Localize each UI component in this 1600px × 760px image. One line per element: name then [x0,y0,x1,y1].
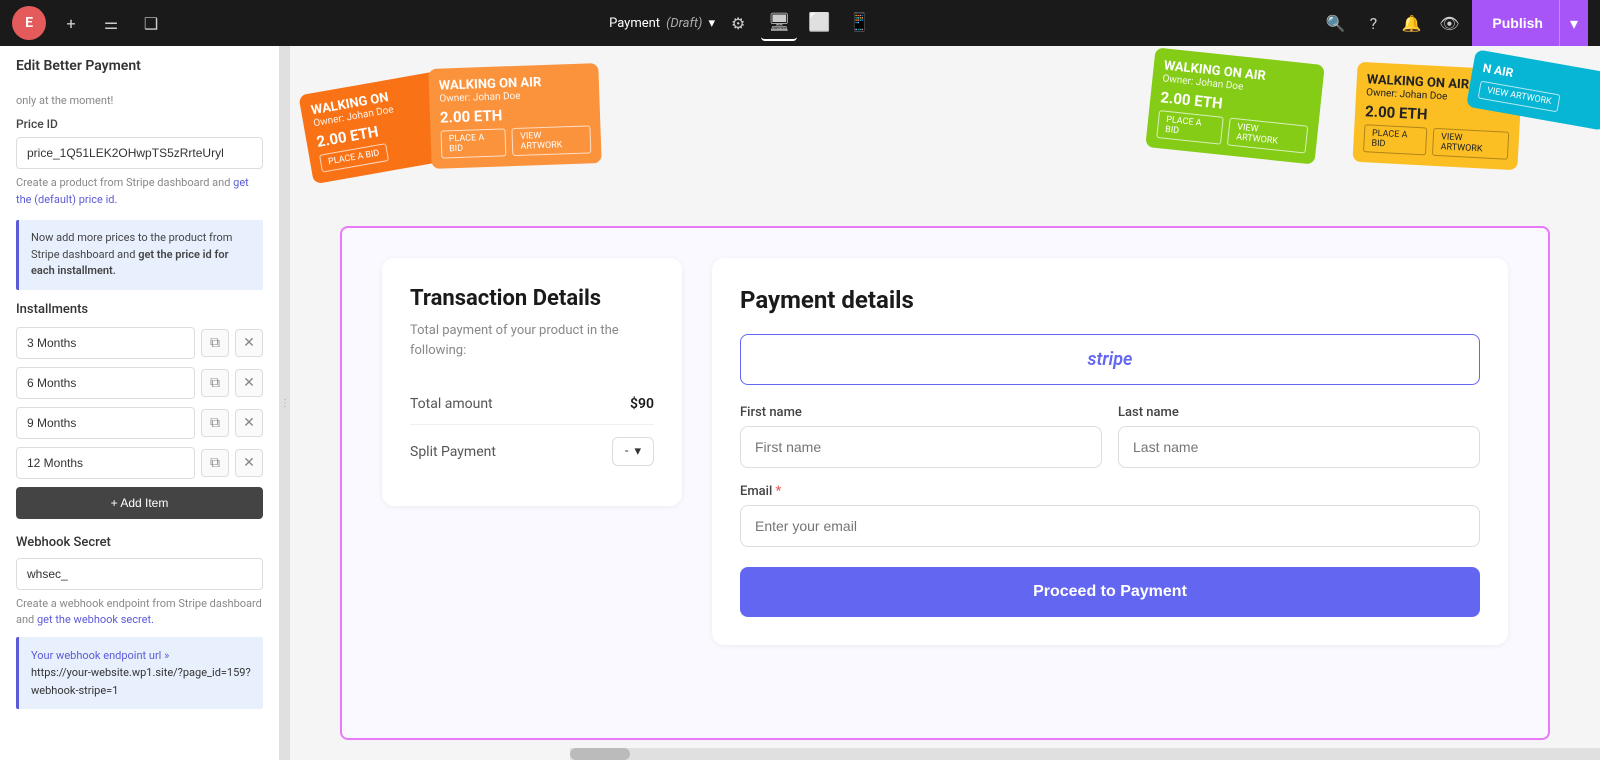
installment-12months-input[interactable] [16,447,195,479]
installment-row-12months: ⧉ ✕ [16,447,263,479]
nav-center: Payment (Draft) ▾ ⚙ 🖥 ⬜ 📱 [176,5,1310,41]
view-mode-buttons: 🖥 ⬜ 📱 [761,5,877,41]
transaction-title: Transaction Details [410,286,654,311]
delete-3months-icon[interactable]: ✕ [235,329,263,357]
nft-card-1: WALKING ON Owner: Johan Doe 2.00 ETH PLA… [298,68,471,184]
price-id-label: Price ID [16,117,263,131]
nft-card-5: N AIR VIEW ARTWORK [1466,49,1600,130]
nav-right-actions: 🔍 ? 🔔 👁 Publish ▾ [1320,0,1588,46]
publish-button[interactable]: Publish [1472,0,1563,46]
resize-handle[interactable]: ⋮ [280,46,290,760]
email-required-mark: * [776,484,782,499]
layers-icon[interactable]: ❑ [136,8,166,38]
email-group: Email * [740,484,1480,547]
total-amount-row: Total amount $90 [410,384,654,425]
elementor-logo[interactable]: E [12,6,46,40]
installment-row-9months: ⧉ ✕ [16,407,263,439]
copy-12months-icon[interactable]: ⧉ [201,449,229,477]
split-payment-select[interactable]: - ▾ [612,437,654,466]
sidebar-small-note: only at the moment! [16,94,263,107]
total-amount-label: Total amount [410,396,493,412]
page-settings-gear[interactable]: ⚙ [731,14,745,33]
copy-6months-icon[interactable]: ⧉ [201,369,229,397]
stripe-button[interactable]: stripe [740,334,1480,385]
name-fields-row: First name Last name [740,405,1480,468]
payment-details-card: Payment details stripe First name Last n… [712,258,1508,645]
webhook-link[interactable]: get the webhook secret. [37,613,154,626]
price-id-input[interactable] [16,137,263,169]
publish-dropdown-arrow[interactable]: ▾ [1559,0,1588,46]
sidebar-panel: Edit Better Payment only at the moment! … [0,46,280,760]
first-name-label: First name [740,405,1102,420]
copy-3months-icon[interactable]: ⧉ [201,329,229,357]
page-title-nav[interactable]: Payment (Draft) ▾ [609,16,715,31]
nft-card-2: WALKING ON AIR Owner: Johan Doe 2.00 ETH… [428,63,601,169]
info-box: Now add more prices to the product from … [16,220,263,290]
payment-widget-container: Transaction Details Total payment of you… [340,226,1550,740]
delete-12months-icon[interactable]: ✕ [235,449,263,477]
email-input[interactable] [740,505,1480,547]
copy-9months-icon[interactable]: ⧉ [201,409,229,437]
main-layout: Edit Better Payment only at the moment! … [0,46,1600,760]
total-amount-value: $90 [630,396,654,412]
webhook-hint: Create a webhook endpoint from Stripe da… [16,596,263,629]
last-name-input[interactable] [1118,426,1480,468]
nft-card-4: WALKING ON AIR Owner: Johan Doe 2.00 ETH… [1352,62,1522,170]
scrollbar-thumb[interactable] [570,748,630,760]
nft-cards-decoration: WALKING ON Owner: Johan Doe 2.00 ETH PLA… [290,46,1600,221]
transaction-subtitle: Total payment of your product in the fol… [410,321,654,360]
transaction-details-card: Transaction Details Total payment of you… [382,258,682,506]
sidebar-title: Edit Better Payment [16,58,263,82]
first-name-input[interactable] [740,426,1102,468]
installment-6months-input[interactable] [16,367,195,399]
installment-row-6months: ⧉ ✕ [16,367,263,399]
endpoint-url-title[interactable]: Your webhook endpoint url » [31,649,169,662]
preview-icon[interactable]: 👁 [1434,8,1464,38]
search-icon[interactable]: 🔍 [1320,8,1350,38]
settings-icon[interactable]: ⚌ [96,8,126,38]
split-payment-label: Split Payment [410,444,496,460]
price-id-hint: Create a product from Stripe dashboard a… [16,175,263,208]
help-icon[interactable]: ? [1358,8,1388,38]
add-item-button[interactable]: + Add Item [16,487,263,519]
last-name-label: Last name [1118,405,1480,420]
split-payment-row: Split Payment - ▾ [410,425,654,478]
notifications-icon[interactable]: 🔔 [1396,8,1426,38]
endpoint-box: Your webhook endpoint url » https://your… [16,637,263,710]
first-name-group: First name [740,405,1102,468]
canvas-area: WALKING ON Owner: Johan Doe 2.00 ETH PLA… [290,46,1600,760]
horizontal-scrollbar[interactable] [570,748,1600,760]
installment-9months-input[interactable] [16,407,195,439]
desktop-view-button[interactable]: 🖥 [761,5,797,41]
webhook-secret-label: Webhook Secret [16,535,263,550]
webhook-secret-input[interactable] [16,558,263,590]
email-label: Email * [740,484,1480,499]
add-element-button[interactable]: + [56,8,86,38]
tablet-view-button[interactable]: ⬜ [801,5,837,41]
payment-title: Payment details [740,286,1480,314]
top-navbar: E + ⚌ ❑ Payment (Draft) ▾ ⚙ 🖥 ⬜ 📱 🔍 ? 🔔 … [0,0,1600,46]
delete-6months-icon[interactable]: ✕ [235,369,263,397]
delete-9months-icon[interactable]: ✕ [235,409,263,437]
installment-3months-input[interactable] [16,327,195,359]
last-name-group: Last name [1118,405,1480,468]
proceed-to-payment-button[interactable]: Proceed to Payment [740,567,1480,617]
mobile-view-button[interactable]: 📱 [841,5,877,41]
nft-card-3: WALKING ON AIR Owner: Johan Doe 2.00 ETH… [1145,47,1325,164]
installments-label: Installments [16,302,263,317]
installment-row-3months: ⧉ ✕ [16,327,263,359]
